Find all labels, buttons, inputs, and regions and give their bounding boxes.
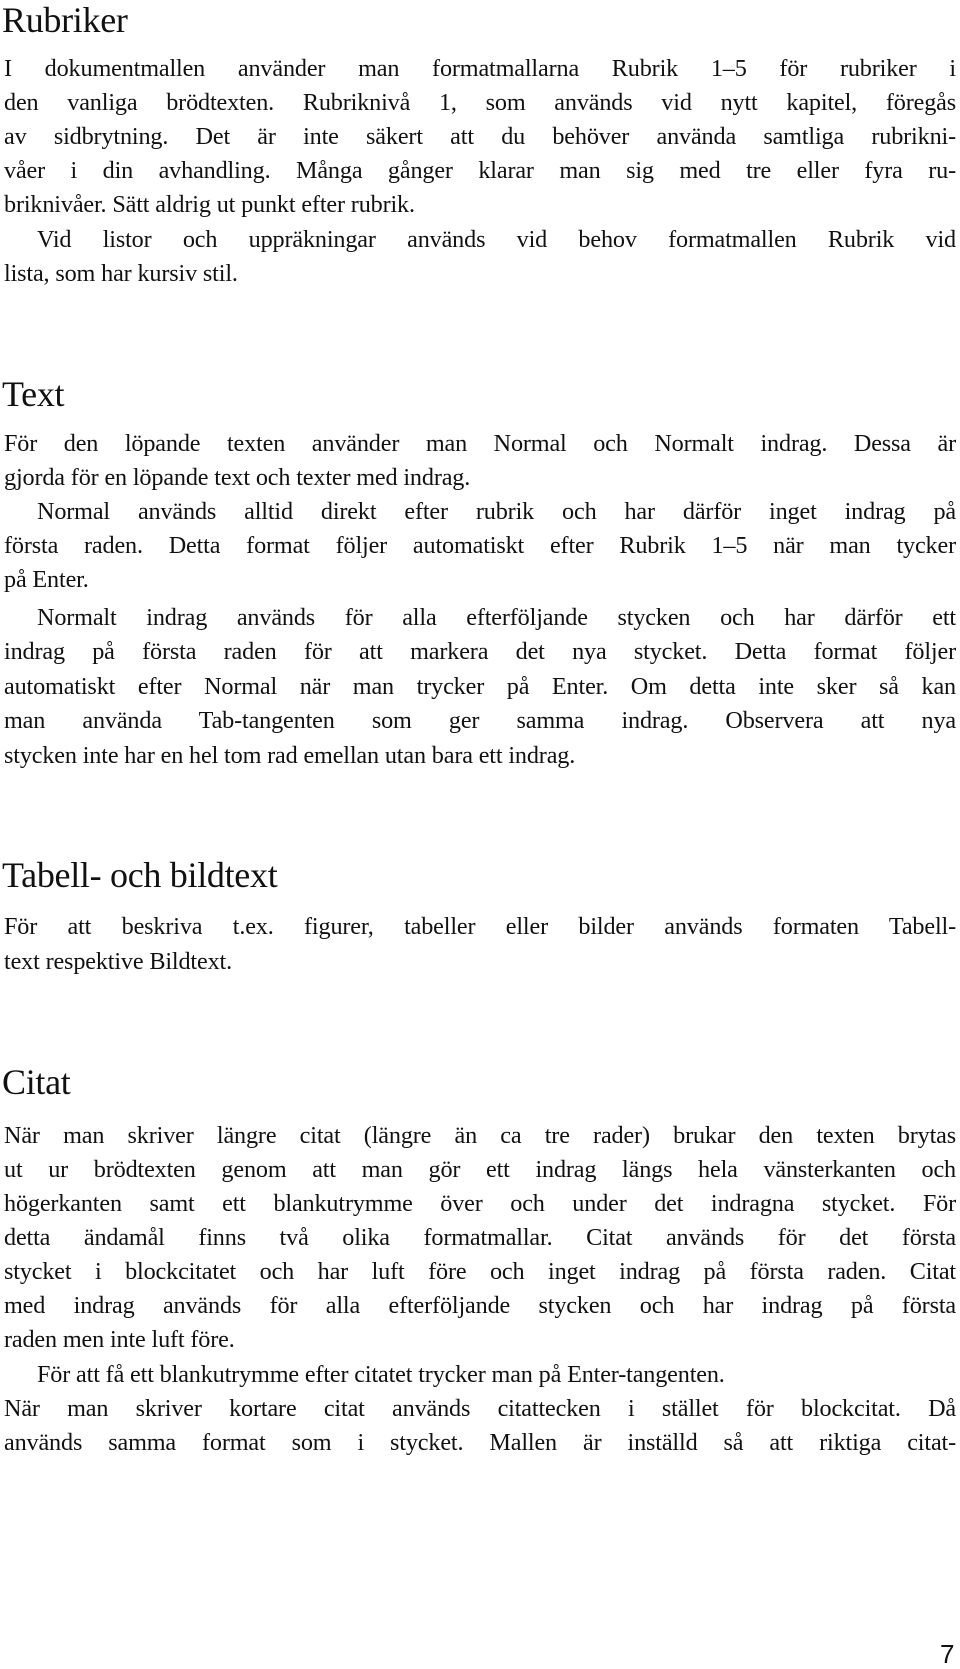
- heading-text: Text: [2, 374, 65, 414]
- paragraph-line: med indrag används för alla efterföljand…: [4, 1292, 956, 1319]
- paragraph-line: När man skriver kortare citat används ci…: [4, 1395, 956, 1422]
- document-page: Rubriker I dokumentmallen använder man f…: [0, 0, 960, 1667]
- heading-citat: Citat: [2, 1062, 71, 1102]
- paragraph-line: automatiskt efter Normal när man trycker…: [4, 673, 956, 700]
- paragraph-line: används samma format som i stycket. Mall…: [4, 1429, 956, 1456]
- paragraph-line: Vid listor och uppräkningar används vid …: [37, 226, 956, 253]
- paragraph-line: stycken inte har en hel tom rad emellan …: [4, 742, 576, 769]
- paragraph-line: detta ändamål finns två olika formatmall…: [4, 1224, 956, 1251]
- paragraph-line: För att få ett blankutrymme efter citate…: [37, 1361, 725, 1388]
- heading-rubriker: Rubriker: [2, 0, 128, 40]
- paragraph-line: När man skriver längre citat (längre än …: [4, 1122, 956, 1149]
- paragraph-line: våer i din avhandling. Många gånger klar…: [4, 157, 956, 184]
- paragraph-line: första raden. Detta format följer automa…: [4, 532, 956, 559]
- paragraph-line: raden men inte luft före.: [4, 1326, 235, 1353]
- paragraph-line: på Enter.: [4, 566, 89, 593]
- heading-tabell-och-bildtext: Tabell- och bildtext: [2, 855, 278, 895]
- paragraph-line: högerkanten samt ett blankutrymme över o…: [4, 1190, 956, 1217]
- paragraph-line: man använda Tab-tangenten som ger samma …: [4, 707, 956, 734]
- paragraph-line: av sidbrytning. Det är inte säkert att d…: [4, 123, 956, 150]
- page-number: 7: [940, 1639, 955, 1669]
- paragraph-line: indrag på första raden för att markera d…: [4, 638, 956, 665]
- paragraph-line: För den löpande texten använder man Norm…: [4, 430, 956, 457]
- paragraph-line: För att beskriva t.ex. figurer, tabeller…: [4, 913, 956, 940]
- paragraph-line: text respektive Bildtext.: [4, 948, 232, 975]
- paragraph-line: stycket i blockcitatet och har luft före…: [4, 1258, 956, 1285]
- paragraph-line: briknivåer. Sätt aldrig ut punkt efter r…: [4, 191, 415, 218]
- paragraph-line: ut ur brödtexten genom att man gör ett i…: [4, 1156, 956, 1183]
- paragraph-line: lista, som har kursiv stil.: [4, 260, 238, 287]
- paragraph-line: Normalt indrag används för alla efterföl…: [37, 604, 956, 631]
- paragraph-line: I dokumentmallen använder man formatmall…: [4, 55, 956, 82]
- paragraph-line: gjorda för en löpande text och texter me…: [4, 464, 471, 491]
- paragraph-line: Normal används alltid direkt efter rubri…: [37, 498, 956, 525]
- paragraph-line: den vanliga brödtexten. Rubriknivå 1, so…: [4, 89, 956, 116]
